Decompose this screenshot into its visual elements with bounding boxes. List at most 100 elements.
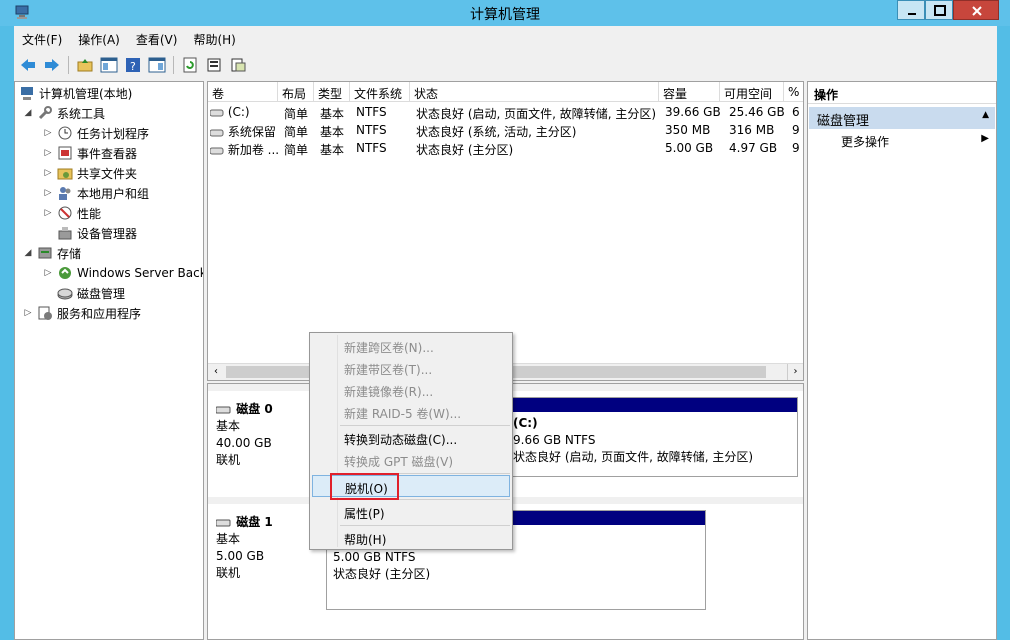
partition-details: (C:) 9.66 GB NTFS 状态良好 (启动, 页面文件, 故障转储, … (509, 412, 797, 466)
menu-item-properties[interactable]: 属性(P) (312, 501, 510, 523)
tree-item-device-manager[interactable]: 设备管理器 (57, 223, 137, 243)
computer-icon (19, 85, 35, 101)
tree-item-event-viewer[interactable]: ▷ 事件查看器 (43, 143, 137, 163)
tree-item-shared-folders[interactable]: ▷ 共享文件夹 (43, 163, 137, 183)
cell-type: 基本 (320, 125, 345, 139)
menu-help[interactable]: 帮助(H) (185, 28, 243, 50)
svg-text:?: ? (130, 60, 136, 73)
menu-file[interactable]: 文件(F) (14, 28, 70, 50)
toolbar-separator (68, 56, 69, 74)
tree-item-performance[interactable]: ▷ 性能 (43, 203, 101, 223)
cell-volume: (C:) (227, 105, 250, 119)
tree-item-windows-server-backup[interactable]: ▷ Windows Server Back (43, 263, 203, 283)
menu-item-new-spanned[interactable]: 新建跨区卷(N)... (312, 335, 510, 357)
back-icon[interactable] (18, 55, 38, 75)
menu-item-new-striped[interactable]: 新建带区卷(T)... (312, 357, 510, 379)
submenu-arrow-icon: ▶ (981, 133, 989, 144)
refresh-icon[interactable] (180, 55, 200, 75)
tree-item-disk-management[interactable]: 磁盘管理 (57, 283, 125, 303)
collapsed-arrow-icon[interactable]: ▷ (23, 308, 33, 318)
cell-status: 状态良好 (启动, 页面文件, 故障转储, 主分区) (416, 107, 657, 121)
up-folder-icon[interactable] (75, 55, 95, 75)
performance-icon (57, 205, 73, 221)
tree-item-local-users[interactable]: ▷ 本地用户和组 (43, 183, 149, 203)
export-icon[interactable] (228, 55, 248, 75)
menu-action[interactable]: 操作(A) (70, 28, 128, 50)
actions-more[interactable]: 更多操作 ▶ (809, 131, 995, 151)
tree-item-storage[interactable]: ◢ 存储 (23, 243, 81, 263)
forward-icon[interactable] (42, 55, 62, 75)
column-header-percent[interactable]: % (784, 82, 803, 102)
partition-state: 状态良好 (启动, 页面文件, 故障转储, 主分区) (513, 450, 754, 464)
cell-percent: 6 (792, 105, 800, 119)
disk-name: 磁盘 1 (215, 514, 273, 531)
close-button[interactable] (953, 0, 999, 20)
menu-item-new-raid5[interactable]: 新建 RAID-5 卷(W)... (312, 401, 510, 423)
table-row[interactable]: 系统保留 (210, 123, 278, 141)
column-header-type[interactable]: 类型 (314, 82, 350, 102)
menu-item-new-mirrored[interactable]: 新建镜像卷(R)... (312, 379, 510, 401)
menu-view[interactable]: 查看(V) (128, 28, 186, 50)
cell-status: 状态良好 (主分区) (416, 143, 514, 157)
volume-icon (210, 109, 224, 116)
disk-size: 5.00 GB (216, 549, 265, 563)
disk-icon (215, 519, 231, 526)
show-hide-tree-icon[interactable] (99, 55, 119, 75)
collapsed-arrow-icon[interactable]: ▷ (43, 208, 53, 218)
column-header-status[interactable]: 状态 (410, 82, 659, 102)
clock-icon (57, 125, 73, 141)
volume-icon (210, 129, 224, 136)
menu-separator (340, 525, 510, 526)
actions-section-disk-management[interactable]: 磁盘管理 ▲ (809, 107, 995, 129)
menu-item-convert-dynamic[interactable]: 转换到动态磁盘(C)... (312, 427, 510, 449)
column-header-capacity[interactable]: 容量 (659, 82, 720, 102)
collapsed-arrow-icon[interactable]: ▷ (43, 188, 53, 198)
tree-item-task-scheduler[interactable]: ▷ 任务计划程序 (43, 123, 149, 143)
disk-name: 磁盘 0 (215, 401, 273, 418)
cell-filesystem: NTFS (356, 123, 387, 137)
help-icon[interactable]: ? (123, 55, 143, 75)
collapsed-arrow-icon[interactable]: ▷ (43, 268, 53, 278)
tree-item-root[interactable]: 计算机管理(本地) (19, 83, 132, 103)
column-header-layout[interactable]: 布局 (278, 82, 314, 102)
disk-type: 基本 (216, 419, 241, 433)
show-hide-action-icon[interactable] (147, 55, 167, 75)
column-header-free-space[interactable]: 可用空间 (720, 82, 784, 102)
menu-item-convert-gpt[interactable]: 转换成 GPT 磁盘(V) (312, 449, 510, 471)
tree-item-label: 服务和应用程序 (57, 306, 142, 321)
partition-state: 状态良好 (主分区) (333, 567, 431, 581)
tree-item-label: 计算机管理(本地) (39, 86, 133, 101)
column-header-filesystem[interactable]: 文件系统 (350, 82, 410, 102)
storage-icon (37, 245, 53, 261)
actions-pane: 操作 磁盘管理 ▲ 更多操作 ▶ (807, 81, 997, 640)
tree-item-label: 磁盘管理 (77, 286, 126, 301)
scroll-right-icon[interactable]: › (787, 364, 803, 380)
collapsed-arrow-icon[interactable]: ▷ (43, 168, 53, 178)
tree-item-label: 性能 (77, 206, 102, 221)
title-bar[interactable]: 计算机管理 (0, 0, 1010, 26)
actions-header: 操作 (808, 82, 996, 104)
minimize-button[interactable] (897, 0, 925, 20)
scroll-left-icon[interactable]: ‹ (208, 364, 224, 380)
cell-filesystem: NTFS (356, 105, 387, 119)
maximize-button[interactable] (925, 0, 953, 20)
expanded-arrow-icon[interactable]: ◢ (23, 108, 33, 118)
navigation-tree[interactable]: 计算机管理(本地) ◢ 系统工具 ▷ 任务计划程序 ▷ 事件查看器 ▷ 共享文件… (14, 81, 204, 640)
disk-info-1: 磁盘 1 基本 5.00 GB 联机 (215, 514, 273, 582)
properties-icon[interactable] (204, 55, 224, 75)
table-row[interactable]: 新加卷 ... (210, 141, 278, 159)
collapse-up-icon[interactable]: ▲ (982, 110, 989, 120)
collapsed-arrow-icon[interactable]: ▷ (43, 128, 53, 138)
actions-more-label: 更多操作 (841, 135, 890, 149)
tree-item-system-tools[interactable]: ◢ 系统工具 (23, 103, 105, 123)
column-header-volume[interactable]: 卷 (208, 82, 278, 102)
users-icon (57, 185, 73, 201)
tree-item-services[interactable]: ▷ 服务和应用程序 (23, 303, 141, 323)
cell-capacity: 350 MB (665, 123, 711, 137)
collapsed-arrow-icon[interactable]: ▷ (43, 148, 53, 158)
table-row[interactable]: (C:) (210, 105, 278, 123)
expanded-arrow-icon[interactable]: ◢ (23, 248, 33, 258)
menu-item-help[interactable]: 帮助(H) (312, 527, 510, 549)
partition-c[interactable]: (C:) 9.66 GB NTFS 状态良好 (启动, 页面文件, 故障转储, … (508, 397, 798, 477)
services-icon (37, 305, 53, 321)
